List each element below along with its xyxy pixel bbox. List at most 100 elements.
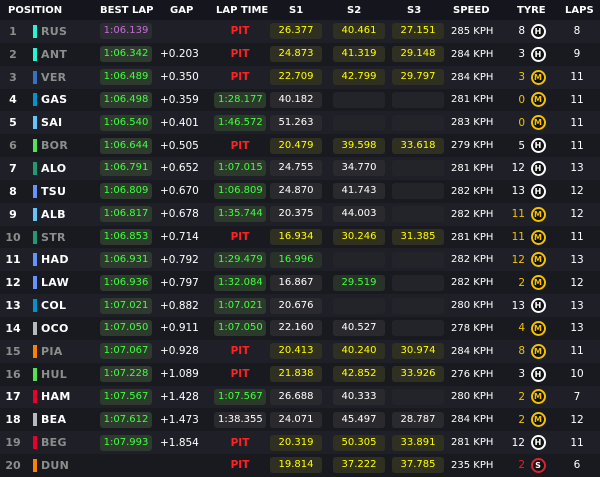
pit-indicator: PIT bbox=[230, 25, 250, 38]
s2-cell: 42.852 bbox=[333, 363, 385, 386]
sector-s3-empty bbox=[392, 206, 444, 223]
table-row[interactable]: 9 ALB 1:06.817 +0.678 1:35.744 20.375 44… bbox=[0, 202, 600, 226]
sector-s1: 24.071 bbox=[270, 411, 322, 428]
s2-cell bbox=[333, 89, 385, 112]
tyre-compound-icon: H bbox=[530, 23, 546, 39]
table-row[interactable]: 8 TSU 1:06.809 +0.670 1:06.809 24.870 41… bbox=[0, 179, 600, 203]
s1-cell: 20.676 bbox=[270, 294, 322, 317]
best-lap-time: 1:06.644 bbox=[99, 137, 153, 154]
speed: 282 KPH bbox=[451, 185, 494, 197]
sector-s1: 20.413 bbox=[270, 343, 322, 360]
laps: 10 bbox=[570, 368, 584, 381]
timing-rows: 1 RUS 1:06.139 PIT 26.377 40.461 27.151 … bbox=[0, 20, 600, 477]
header-laps: LAPS bbox=[565, 4, 594, 16]
sector-s3: 37.785 bbox=[392, 457, 444, 474]
driver-code: SAI bbox=[41, 116, 63, 130]
team-color-bar bbox=[33, 134, 37, 157]
sector-s2-empty bbox=[333, 114, 385, 131]
table-row[interactable]: 6 BOR 1:06.644 +0.505 PIT 20.479 39.598 … bbox=[0, 134, 600, 158]
lap-time-cell: PIT bbox=[214, 20, 266, 43]
table-row[interactable]: 10 STR 1:06.853 +0.714 PIT 16.934 30.246… bbox=[0, 225, 600, 249]
position: 9 bbox=[9, 207, 17, 221]
laps: 6 bbox=[573, 459, 581, 472]
sector-s1: 24.870 bbox=[270, 183, 322, 200]
table-row[interactable]: 1 RUS 1:06.139 PIT 26.377 40.461 27.151 … bbox=[0, 20, 600, 43]
table-row[interactable]: 17 HAM 1:07.567 +1.428 1:07.567 26.688 4… bbox=[0, 385, 600, 409]
table-row[interactable]: 12 LAW 1:06.936 +0.797 1:32.084 16.867 2… bbox=[0, 271, 600, 295]
table-row[interactable]: 13 COL 1:07.021 +0.882 1:07.021 20.676 2… bbox=[0, 294, 600, 317]
tyre-age: 3 bbox=[518, 48, 525, 61]
header-s2: S2 bbox=[347, 4, 362, 16]
tyre-cell: S bbox=[529, 454, 547, 477]
table-row[interactable]: 4 GAS 1:06.498 +0.359 1:28.177 40.182 28… bbox=[0, 88, 600, 112]
tyre-age: 8 bbox=[518, 345, 525, 358]
team-color-bar bbox=[33, 386, 37, 409]
tyre-cell: M bbox=[529, 226, 547, 249]
s2-cell: 42.799 bbox=[333, 66, 385, 89]
table-row[interactable]: 5 SAI 1:06.540 +0.401 1:46.572 51.263 28… bbox=[0, 111, 600, 135]
best-lap: 1:06.936 bbox=[96, 271, 156, 294]
pit-indicator: PIT bbox=[230, 71, 250, 84]
position: 3 bbox=[9, 70, 17, 84]
pit-indicator: PIT bbox=[230, 459, 250, 472]
speed: 278 KPH bbox=[451, 322, 494, 334]
tyre-age: 12 bbox=[511, 253, 525, 266]
header-s3: S3 bbox=[407, 4, 422, 16]
tyre-age: 0 bbox=[518, 116, 525, 129]
gap: +0.714 bbox=[160, 231, 199, 244]
best-lap bbox=[96, 454, 156, 477]
position: 7 bbox=[9, 161, 17, 175]
sector-s3-empty bbox=[392, 91, 444, 108]
s3-cell bbox=[392, 180, 444, 203]
laps: 13 bbox=[570, 299, 584, 312]
best-lap: 1:06.540 bbox=[96, 111, 156, 134]
tyre-cell: M bbox=[529, 271, 547, 294]
s2-cell: 44.003 bbox=[333, 203, 385, 226]
speed: 281 KPH bbox=[451, 94, 494, 106]
s2-cell: 30.246 bbox=[333, 226, 385, 249]
s1-cell: 16.934 bbox=[270, 226, 322, 249]
driver-code: TSU bbox=[41, 184, 67, 198]
lap-time: 1:07.021 bbox=[214, 297, 266, 314]
table-row[interactable]: 14 OCO 1:07.050 +0.911 1:07.050 22.160 4… bbox=[0, 316, 600, 340]
tyre-compound-icon: H bbox=[530, 298, 546, 314]
table-row[interactable]: 20 DUN PIT 19.814 37.222 37.785 235 KPH … bbox=[0, 454, 600, 477]
s1-cell: 24.873 bbox=[270, 43, 322, 66]
best-lap: 1:07.050 bbox=[96, 317, 156, 340]
sector-s3-empty bbox=[392, 183, 444, 200]
s2-cell: 40.461 bbox=[333, 20, 385, 43]
best-lap-time: 1:06.817 bbox=[99, 206, 153, 223]
table-row[interactable]: 15 PIA 1:07.067 +0.928 PIT 20.413 40.240… bbox=[0, 339, 600, 363]
sector-s1: 16.996 bbox=[270, 251, 322, 268]
position: 1 bbox=[9, 24, 17, 38]
tyre-compound-icon: S bbox=[530, 457, 546, 473]
tyre-age: 12 bbox=[511, 162, 525, 175]
best-lap-time: 1:07.067 bbox=[99, 343, 153, 360]
laps: 8 bbox=[573, 25, 581, 38]
pit-indicator: PIT bbox=[230, 139, 250, 152]
speed: 282 KPH bbox=[451, 277, 494, 289]
tyre-age: 3 bbox=[518, 368, 525, 381]
position: 2 bbox=[9, 47, 17, 61]
table-row[interactable]: 16 HUL 1:07.228 +1.089 PIT 21.838 42.852… bbox=[0, 362, 600, 386]
best-lap-time: 1:06.498 bbox=[99, 91, 153, 108]
best-lap: 1:06.817 bbox=[96, 203, 156, 226]
table-row[interactable]: 3 VER 1:06.489 +0.350 PIT 22.709 42.799 … bbox=[0, 65, 600, 89]
table-row[interactable]: 19 BEG 1:07.993 +1.854 PIT 20.319 50.305… bbox=[0, 431, 600, 455]
sector-s1: 20.479 bbox=[270, 137, 322, 154]
laps: 11 bbox=[570, 436, 584, 449]
s2-cell bbox=[333, 248, 385, 271]
tyre-compound-icon: H bbox=[530, 138, 546, 154]
table-row[interactable]: 2 ANT 1:06.342 +0.203 PIT 24.873 41.319 … bbox=[0, 42, 600, 66]
table-row[interactable]: 18 BEA 1:07.612 +1.473 1:38.355 24.071 4… bbox=[0, 408, 600, 432]
sector-s3-empty bbox=[392, 320, 444, 337]
best-lap-time: 1:07.993 bbox=[99, 434, 153, 451]
lap-time-cell: 1:06.809 bbox=[214, 180, 266, 203]
driver-code: ALB bbox=[41, 207, 66, 221]
lap-time-cell: 1:28.177 bbox=[214, 89, 266, 112]
best-lap-time: 1:06.936 bbox=[99, 274, 153, 291]
sector-s3: 33.926 bbox=[392, 366, 444, 383]
table-row[interactable]: 11 HAD 1:06.931 +0.792 1:29.479 16.996 2… bbox=[0, 248, 600, 272]
s2-cell: 40.240 bbox=[333, 340, 385, 363]
table-row[interactable]: 7 ALO 1:06.791 +0.652 1:07.015 24.755 34… bbox=[0, 157, 600, 180]
